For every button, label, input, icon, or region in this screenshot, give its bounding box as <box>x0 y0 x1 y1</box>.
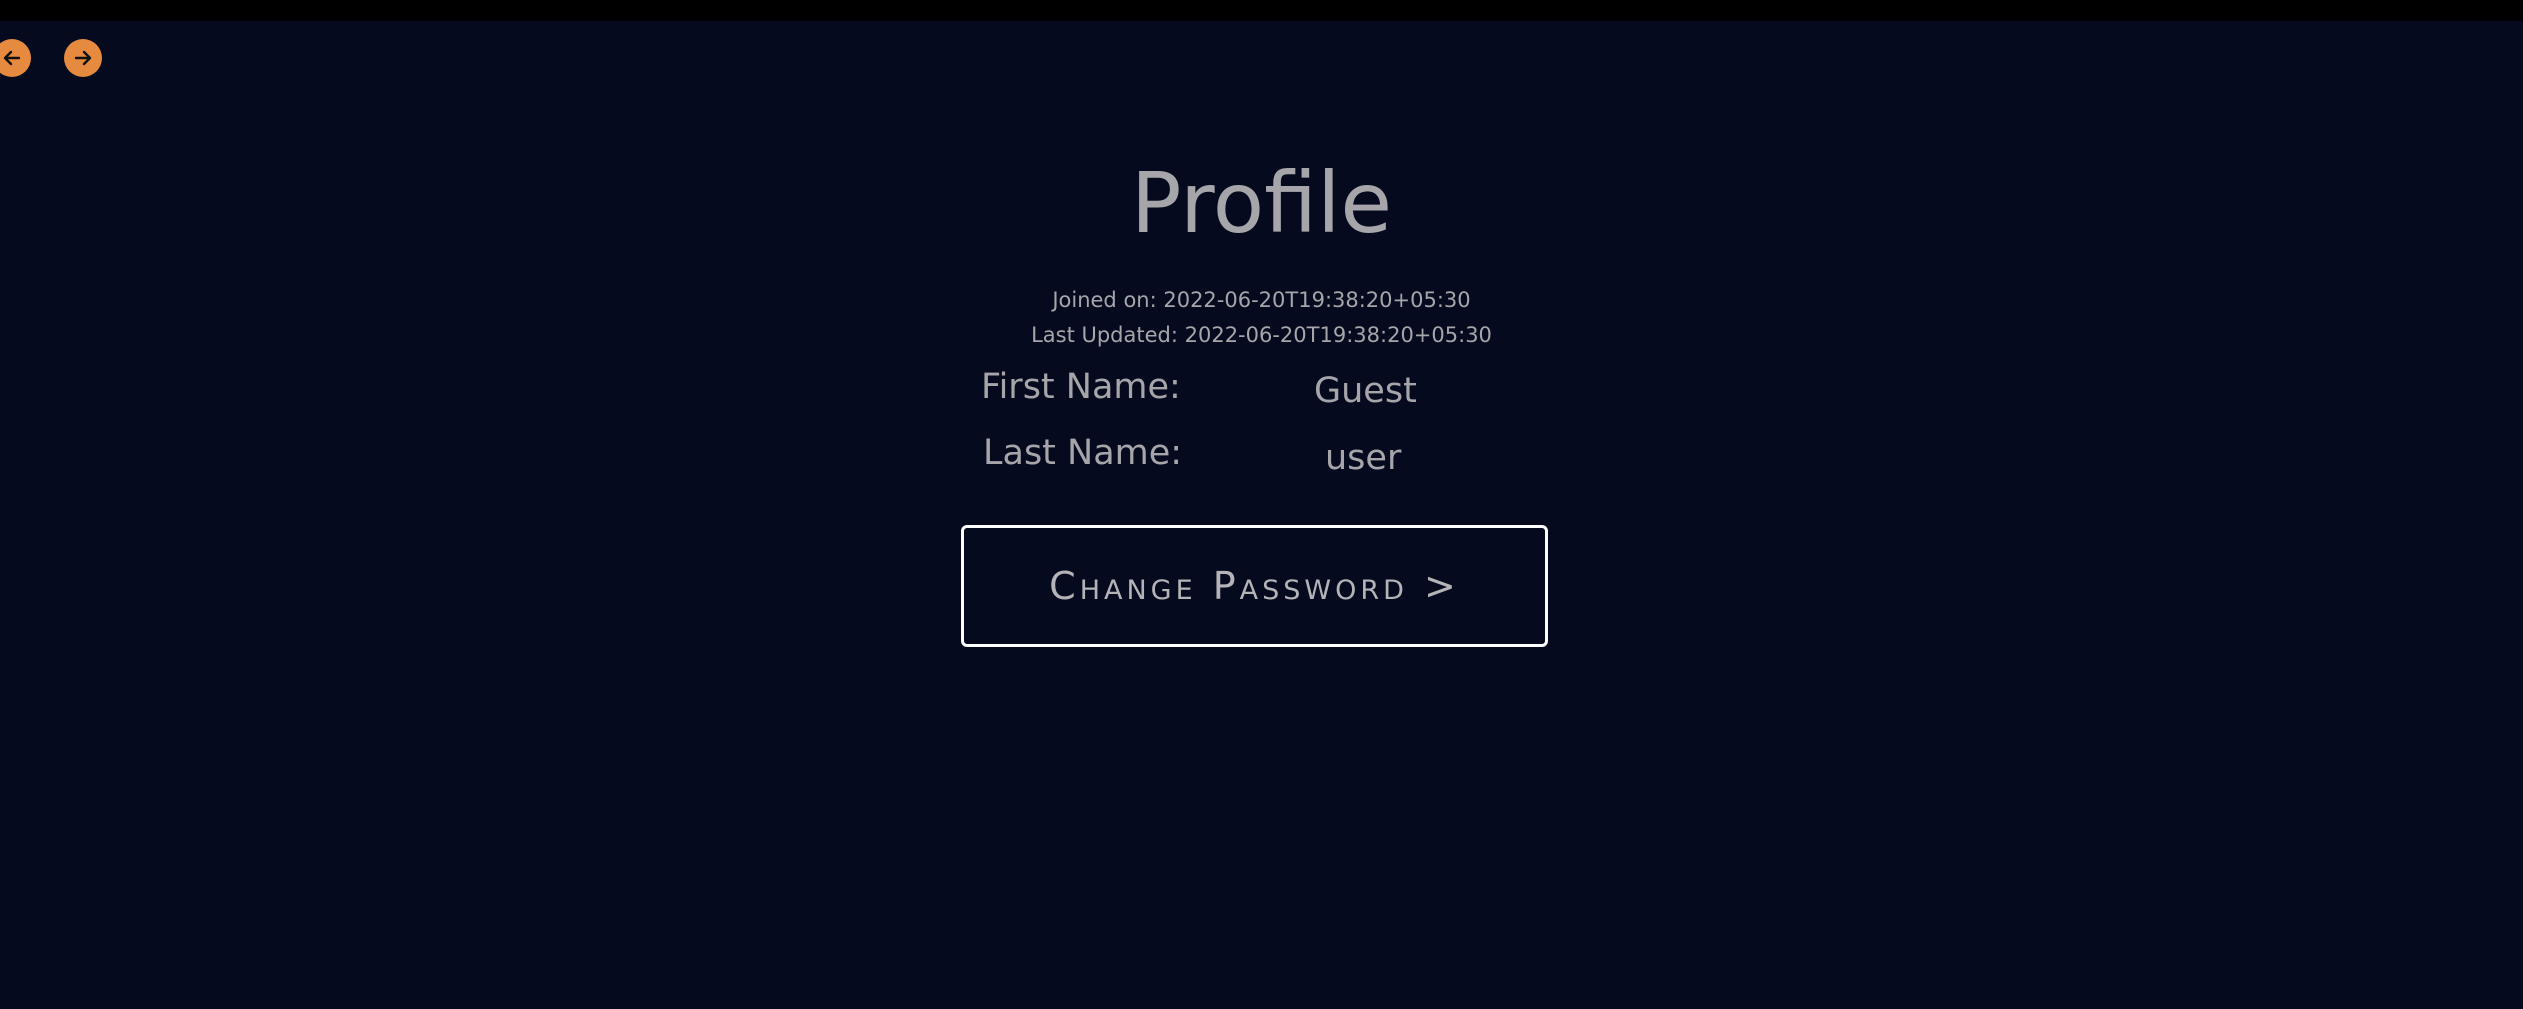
change-password-button[interactable]: Change Password > <box>961 525 1548 647</box>
last-name-value: user <box>1325 438 1402 478</box>
arrow-left-icon <box>3 50 21 66</box>
first-name-value: Guest <box>1314 371 1417 411</box>
back-button[interactable] <box>0 39 31 77</box>
top-bar <box>0 0 2523 21</box>
joined-date: Joined on: 2022-06-20T19:38:20+05:30 <box>1052 288 1471 312</box>
page-title: Profile <box>1130 154 1393 252</box>
last-name-label: Last Name: <box>983 433 1183 473</box>
first-name-label: First Name: <box>981 367 1181 407</box>
arrow-right-icon <box>74 50 92 66</box>
last-updated-date: Last Updated: 2022-06-20T19:38:20+05:30 <box>1031 323 1492 347</box>
forward-button[interactable] <box>64 39 102 77</box>
change-password-label: Change Password > <box>1049 564 1460 608</box>
